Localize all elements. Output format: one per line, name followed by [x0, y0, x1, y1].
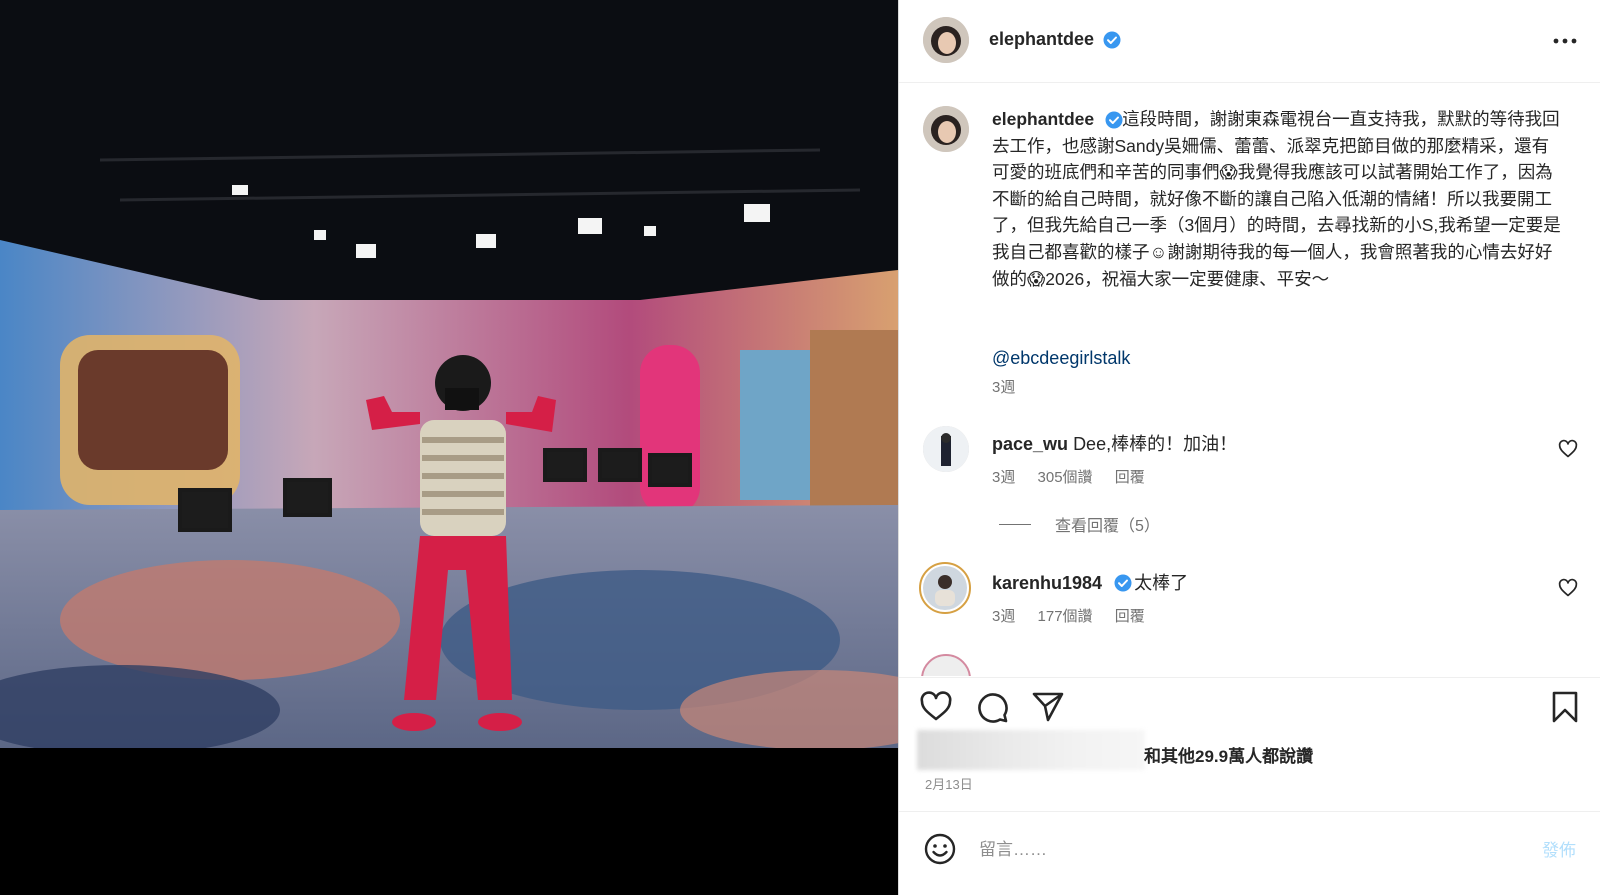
comment-body: karenhu1984 太棒了 [992, 569, 1188, 595]
avatar-image [923, 566, 967, 610]
verified-badge-icon [1114, 574, 1132, 592]
commenter-avatar[interactable] [923, 426, 969, 472]
post-header: elephantdee [899, 0, 1600, 83]
comment-meta: 3週 177個讚 回覆 [992, 605, 1163, 626]
avatar-image [923, 17, 969, 63]
comment-reply-button[interactable]: 回覆 [1115, 469, 1145, 486]
caption-mention-link[interactable]: @ebcdeegirlstalk [992, 348, 1130, 369]
replies-line [999, 523, 1031, 525]
commenter-avatar[interactable] [921, 654, 971, 676]
avatar-image [923, 106, 969, 152]
verified-badge-icon [1105, 111, 1123, 129]
comment-body: pace_wu Dee,棒棒的！加油！ [992, 430, 1237, 456]
comment-username[interactable]: karenhu1984 [992, 573, 1102, 593]
comment-composer: 發佈 [899, 811, 1600, 895]
author-avatar[interactable] [923, 17, 969, 63]
avatar-image [923, 426, 969, 472]
comment-input[interactable] [979, 836, 1459, 864]
verified-badge-icon [1103, 31, 1121, 49]
comment-reply-button[interactable]: 回覆 [1115, 608, 1145, 625]
liked-by-avatars-blurred [917, 730, 1145, 770]
commenter-avatar[interactable] [919, 562, 971, 614]
post-caption: elephantdee 這段時間，謝謝東森電視台一直支持我，默默的等待我回去工作，… [992, 106, 1562, 292]
more-horizontal-icon[interactable] [1550, 26, 1580, 56]
post-comment-button[interactable]: 發佈 [1542, 836, 1576, 861]
bookmark-icon[interactable] [1548, 690, 1582, 724]
comment-time[interactable]: 3週 [992, 608, 1015, 625]
likes-count[interactable]: 和其他29.9萬人都說讚 [1144, 742, 1313, 767]
comment-like-heart-icon[interactable] [1558, 439, 1578, 459]
post-date[interactable]: 2月13日 [925, 774, 973, 793]
comment-username[interactable]: pace_wu [992, 434, 1068, 454]
paper-plane-icon[interactable] [1031, 690, 1065, 724]
post-sidebar: elephantdee elephantdee 這段時間，謝謝東森電視台一直支持… [898, 0, 1600, 895]
caption-author-avatar[interactable] [923, 106, 969, 152]
smiley-icon[interactable] [923, 832, 957, 866]
comment-likes[interactable]: 177個讚 [1038, 608, 1093, 625]
comment-text: 太棒了 [1134, 573, 1189, 593]
comment-bubble-icon[interactable] [975, 690, 1009, 724]
post-photo [0, 0, 898, 748]
comment-like-heart-icon[interactable] [1558, 578, 1578, 598]
heart-icon[interactable] [919, 690, 953, 724]
instagram-post-view: elephantdee elephantdee 這段時間，謝謝東森電視台一直支持… [0, 0, 1600, 895]
view-replies-label: 查看回覆（5） [1055, 518, 1160, 535]
caption-time[interactable]: 3週 [992, 379, 1015, 396]
caption-body: 這段時間，謝謝東森電視台一直支持我，默默的等待我回去工作，也感謝Sandy吳姍儒… [992, 109, 1561, 289]
view-replies-button[interactable]: 查看回覆（5） [999, 512, 1160, 536]
comment-meta: 3週 305個讚 回覆 [992, 466, 1163, 487]
post-media[interactable] [0, 0, 898, 895]
comments-scroll-area[interactable]: elephantdee 這段時間，謝謝東森電視台一直支持我，默默的等待我回去工作，… [899, 84, 1600, 676]
caption-meta: 3週 [992, 376, 1033, 397]
comment-text: Dee,棒棒的！加油！ [1073, 434, 1238, 454]
caption-username[interactable]: elephantdee [992, 109, 1094, 129]
comment-likes[interactable]: 305個讚 [1038, 469, 1093, 486]
post-actions: 和其他29.9萬人都說讚 2月13日 [899, 677, 1600, 811]
author-username[interactable]: elephantdee [989, 29, 1094, 50]
comment-time[interactable]: 3週 [992, 469, 1015, 486]
